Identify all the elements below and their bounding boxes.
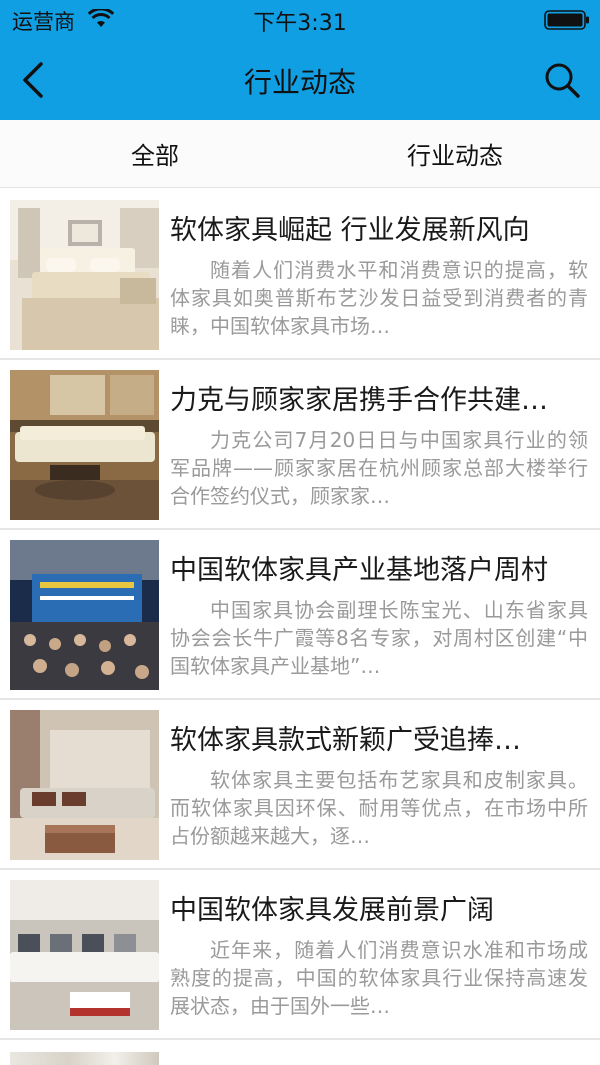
list-item[interactable]: 软体家具崛起 行业发展新风向 随着人们消费水平和消费意识的提高，软体家具如奥普斯… [0, 190, 600, 360]
article-title: 中国软体家具发展前景广阔 [170, 895, 494, 926]
tab-all[interactable]: 全部 [5, 120, 305, 188]
app-header: 运营商 下午3:31 行业动态 [0, 0, 600, 120]
status-time: 下午3:31 [253, 11, 347, 36]
list-item-partial[interactable] [0, 1042, 600, 1065]
article-summary: 近年来，随着人们消费意识水准和市场成熟度的提高，中国的软体家具行业保持高速发展状… [170, 938, 588, 1018]
article-thumbnail [10, 880, 159, 1030]
article-thumbnail [10, 200, 159, 350]
article-list: 软体家具崛起 行业发展新风向 随着人们消费水平和消费意识的提高，软体家具如奥普斯… [0, 190, 600, 1040]
article-summary: 软体家具主要包括布艺家具和皮制家具。而软体家具因环保、耐用等优点，在市场中所占份… [170, 768, 588, 848]
search-icon[interactable] [542, 60, 582, 100]
page-title: 行业动态 [243, 66, 356, 99]
list-item[interactable]: 力克与顾家家居携手合作共建… 力克公司7月20日日与中国家具行业的领军品牌——顾… [0, 360, 600, 530]
battery-icon [544, 10, 589, 30]
article-summary: 随着人们消费水平和消费意识的提高，软体家具如奥普斯布艺沙发日益受到消费者的青睐，… [170, 258, 588, 338]
list-item[interactable]: 中国软体家具发展前景广阔 近年来，随着人们消费意识水准和市场成熟度的提高，中国的… [0, 870, 600, 1040]
article-thumbnail [10, 1052, 159, 1065]
list-item[interactable]: 软体家具款式新颖广受追捧… 软体家具主要包括布艺家具和皮制家具。而软体家具因环保… [0, 700, 600, 870]
article-title: 软体家具崛起 行业发展新风向 [170, 215, 530, 246]
tab-industry-news[interactable]: 行业动态 [300, 120, 600, 188]
article-summary: 中国家具协会副理长陈宝光、山东省家具协会会长牛广霞等8名专家，对周村区创建“中国… [170, 598, 588, 678]
category-tabs: 全部 行业动态 [0, 120, 600, 188]
article-thumbnail [10, 710, 159, 860]
article-summary: 力克公司7月20日日与中国家具行业的领军品牌——顾家家居在杭州顾家总部大楼举行合… [170, 428, 588, 508]
article-title: 中国软体家具产业基地落户周村 [170, 555, 548, 586]
article-thumbnail [10, 370, 159, 520]
status-bar: 运营商 下午3:31 [0, 0, 600, 40]
article-title: 软体家具款式新颖广受追捧… [170, 725, 521, 756]
article-title: 力克与顾家家居携手合作共建… [170, 385, 548, 416]
nav-bar: 行业动态 [0, 40, 600, 120]
list-item[interactable]: 中国软体家具产业基地落户周村 中国家具协会副理长陈宝光、山东省家具协会会长牛广霞… [0, 530, 600, 700]
article-thumbnail [10, 540, 159, 690]
